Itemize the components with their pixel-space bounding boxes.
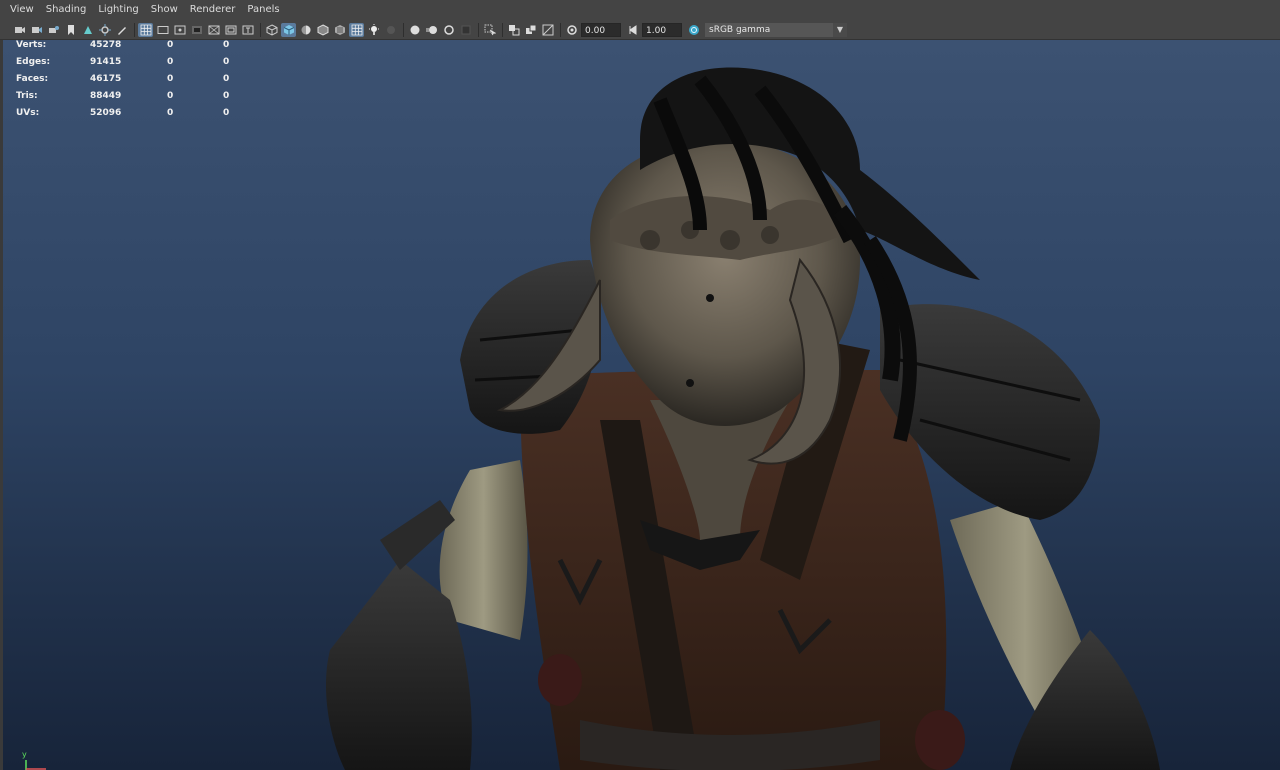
hud-row-edges: Edges: 91415 0 0 (16, 57, 256, 74)
axis-gizmo: y (22, 750, 46, 770)
menu-shading[interactable]: Shading (40, 0, 93, 20)
toolbar-separator (560, 22, 561, 37)
two-d-pan-zoom-icon[interactable] (97, 23, 112, 37)
toolbar-separator (502, 22, 503, 37)
menu-renderer[interactable]: Renderer (184, 0, 242, 20)
light-bulb-icon[interactable] (366, 23, 381, 37)
shaded-wireframe-icon[interactable] (315, 23, 330, 37)
toolbar-separator (478, 22, 479, 37)
menu-show[interactable]: Show (145, 0, 184, 20)
camera-select-icon[interactable] (12, 23, 27, 37)
menu-bar: View Shading Lighting Show Renderer Pane… (0, 0, 1280, 20)
gamma-icon[interactable] (625, 23, 640, 37)
color-management-icon[interactable] (686, 23, 701, 37)
smooth-shade-icon[interactable] (281, 22, 296, 37)
hud-value: 0 (223, 57, 230, 67)
hud-label: UVs: (16, 108, 40, 118)
view-transform-value: sRGB gamma (709, 24, 771, 35)
toolbar-separator (403, 22, 404, 37)
hud-value: 0 (167, 108, 174, 118)
hud-value: 0 (167, 40, 174, 50)
hud-value: 0 (223, 40, 230, 50)
character-model (325, 67, 1160, 770)
toolbar-separator (134, 22, 135, 37)
film-gate-icon[interactable] (155, 23, 170, 37)
hud-value: 0 (167, 91, 174, 101)
gamma-field[interactable]: 1.00 (642, 22, 682, 37)
image-plane-icon[interactable] (80, 23, 95, 37)
hud-label: Edges: (16, 57, 51, 67)
menu-lighting[interactable]: Lighting (92, 0, 144, 20)
viewport[interactable] (0, 40, 1280, 770)
poly-count-hud: Verts: 45278 0 0 Edges: 91415 0 0 Faces:… (16, 40, 256, 125)
chevron-down-icon[interactable]: ▼ (833, 22, 847, 37)
hud-value: 46175 (90, 74, 122, 84)
grease-pencil-icon[interactable] (114, 23, 129, 37)
use-all-lights-icon[interactable] (349, 22, 364, 37)
hud-row-verts: Verts: 45278 0 0 (16, 40, 256, 57)
camera-lock-icon[interactable] (29, 23, 44, 37)
backface-culling-icon[interactable] (540, 23, 555, 37)
hud-value: 52096 (90, 108, 122, 118)
depth-of-field-icon[interactable] (458, 23, 473, 37)
toolbar-separator (260, 22, 261, 37)
hud-row-faces: Faces: 46175 0 0 (16, 74, 256, 91)
hud-value: 0 (167, 57, 174, 67)
panel-toolbar: 0.00 1.00 sRGB gamma ▼ (0, 20, 1280, 40)
hud-value: 0 (223, 74, 230, 84)
hud-label: Verts: (16, 40, 47, 50)
anti-aliasing-icon[interactable] (441, 23, 456, 37)
bookmark-icon[interactable] (63, 23, 78, 37)
menu-panels[interactable]: Panels (241, 0, 285, 20)
hud-value: 91415 (90, 57, 122, 67)
view-transform-dropdown[interactable]: sRGB gamma ▼ (705, 22, 847, 37)
menu-view[interactable]: View (4, 0, 40, 20)
camera-attributes-icon[interactable] (46, 23, 61, 37)
safe-title-icon[interactable] (240, 23, 255, 37)
motion-blur-icon[interactable] (424, 23, 439, 37)
xray-joints-icon[interactable] (523, 23, 538, 37)
hud-value: 45278 (90, 40, 122, 50)
grid-icon[interactable] (138, 22, 153, 37)
exposure-field[interactable]: 0.00 (581, 22, 621, 37)
hud-value: 0 (167, 74, 174, 84)
isolate-select-icon[interactable] (482, 23, 497, 37)
safe-action-icon[interactable] (223, 23, 238, 37)
axis-y-label: y (22, 750, 27, 759)
hud-row-tris: Tris: 88449 0 0 (16, 91, 256, 108)
shadows-icon[interactable] (383, 23, 398, 37)
default-material-icon[interactable] (298, 23, 313, 37)
hud-value: 88449 (90, 91, 122, 101)
hud-label: Tris: (16, 91, 38, 101)
field-chart-icon[interactable] (206, 23, 221, 37)
resolution-gate-icon[interactable] (172, 23, 187, 37)
hud-value: 0 (223, 108, 230, 118)
xray-icon[interactable] (506, 23, 521, 37)
hud-label: Faces: (16, 74, 49, 84)
viewport-border (0, 40, 3, 770)
screen-space-ao-icon[interactable] (407, 23, 422, 37)
hud-value: 0 (223, 91, 230, 101)
textured-icon[interactable] (332, 23, 347, 37)
gate-mask-icon[interactable] (189, 23, 204, 37)
hud-row-uvs: UVs: 52096 0 0 (16, 108, 256, 125)
wireframe-icon[interactable] (264, 23, 279, 37)
exposure-icon[interactable] (564, 23, 579, 37)
